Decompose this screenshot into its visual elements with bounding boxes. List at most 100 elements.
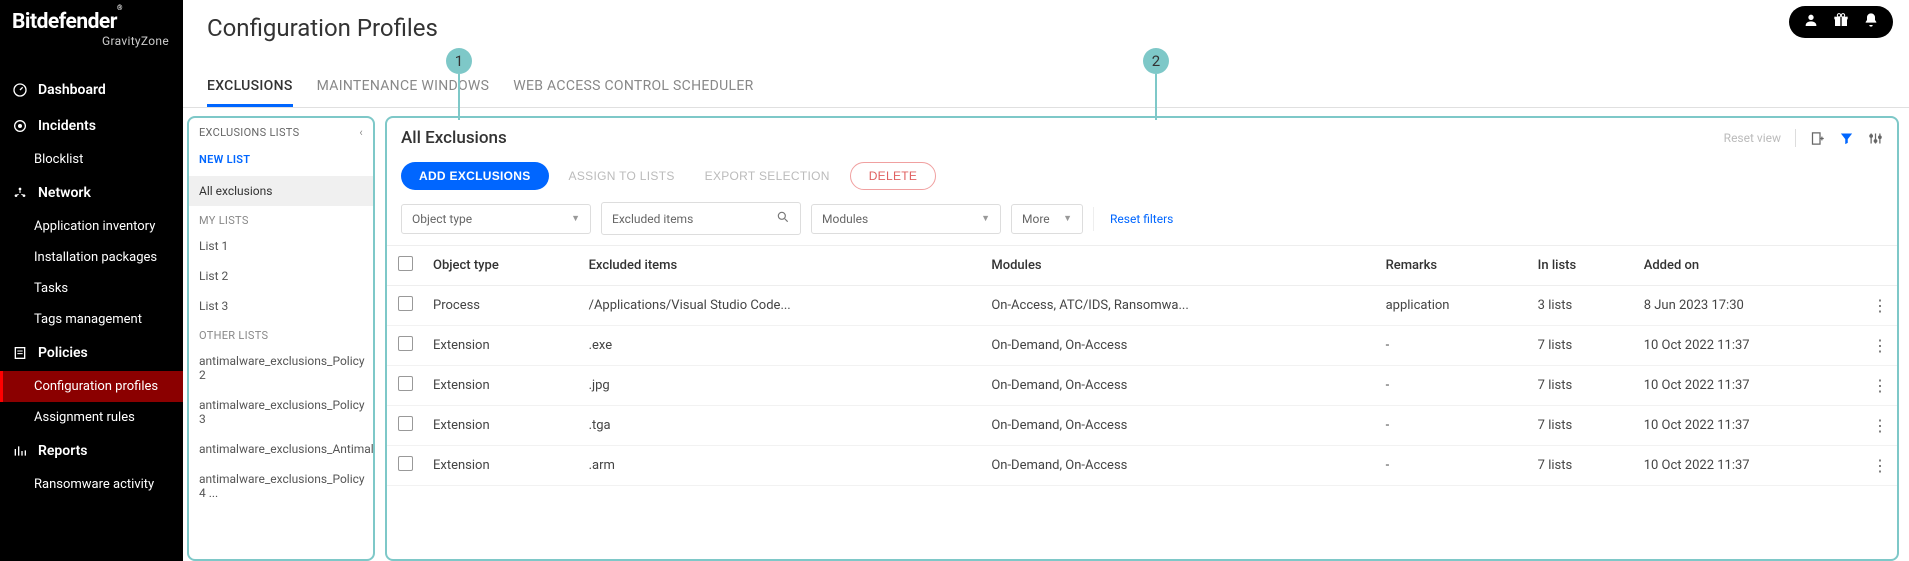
tabs: EXCLUSIONS MAINTENANCE WINDOWS WEB ACCESS … <box>183 48 1909 108</box>
cell-remarks: - <box>1376 446 1528 486</box>
tab-maintenance-windows[interactable]: MAINTENANCE WINDOWS <box>317 78 490 107</box>
cell-in-lists: 7 lists <box>1528 366 1634 406</box>
filter-object-type[interactable]: Object type ▼ <box>401 204 591 234</box>
filter-more[interactable]: More ▼ <box>1011 204 1083 234</box>
sidebar-sub-blocklist[interactable]: Blocklist <box>0 144 183 175</box>
filter-excluded-items[interactable]: Excluded items <box>601 202 801 235</box>
list-item[interactable]: antimalware_exclusions_Antimal... <box>189 434 373 464</box>
sidebar-item-reports[interactable]: Reports <box>0 433 183 469</box>
incidents-icon <box>12 118 28 134</box>
filter-more-label: More <box>1022 212 1050 226</box>
list-item[interactable]: antimalware_exclusions_Policy 3 <box>189 390 373 434</box>
exclusions-panel: EXCLUSIONS LISTS ‹ NEW LIST All exclusio… <box>187 116 375 561</box>
list-item[interactable]: List 2 <box>189 261 373 291</box>
row-menu-icon[interactable]: ⋮ <box>1872 296 1887 315</box>
filter-icon[interactable] <box>1839 131 1854 146</box>
cell-excluded-items: .tga <box>579 406 982 446</box>
collapse-icon[interactable]: ‹ <box>359 126 363 139</box>
cell-remarks: - <box>1376 406 1528 446</box>
gift-icon[interactable] <box>1833 12 1849 32</box>
cell-object-type: Extension <box>423 366 579 406</box>
cell-added-on: 8 Jun 2023 17:30 <box>1634 286 1862 326</box>
list-item[interactable]: antimalware_exclusions_Policy 4 ... <box>189 464 373 508</box>
column-header[interactable]: In lists <box>1528 246 1634 286</box>
table-row[interactable]: Process/Applications/Visual Studio Code.… <box>387 286 1897 326</box>
cell-object-type: Extension <box>423 326 579 366</box>
nav: DashboardIncidentsBlocklist Network Applic… <box>0 54 183 500</box>
cell-excluded-items: /Applications/Visual Studio Code... <box>579 286 982 326</box>
reset-filters-button[interactable]: Reset filters <box>1110 212 1173 226</box>
row-menu-icon[interactable]: ⋮ <box>1872 336 1887 355</box>
row-checkbox[interactable] <box>398 336 413 351</box>
search-icon <box>776 210 790 227</box>
filter-object-type-label: Object type <box>412 212 472 226</box>
table-row[interactable]: Extension.exeOn-Demand, On-Access-7 list… <box>387 326 1897 366</box>
tab-exclusions[interactable]: EXCLUSIONS <box>207 78 293 107</box>
tab-web-access-control-scheduler[interactable]: WEB ACCESS CONTROL SCHEDULER <box>513 78 753 107</box>
sidebar-item-label: Policies <box>38 345 88 361</box>
column-header[interactable]: Object type <box>423 246 579 286</box>
sidebar-sub-application-inventory[interactable]: Application inventory <box>0 211 183 242</box>
list-item[interactable]: List 3 <box>189 291 373 321</box>
add-exclusions-button[interactable]: ADD EXCLUSIONS <box>401 162 549 190</box>
delete-button[interactable]: DELETE <box>850 162 936 190</box>
callout-line-2 <box>1155 74 1157 120</box>
column-header[interactable]: Added on <box>1634 246 1862 286</box>
new-list-button[interactable]: NEW LIST <box>189 147 373 176</box>
table-row[interactable]: Extension.jpgOn-Demand, On-Access-7 list… <box>387 366 1897 406</box>
exclusions-header: EXCLUSIONS LISTS <box>199 126 299 139</box>
reset-view-button[interactable]: Reset view <box>1724 131 1781 145</box>
sidebar-sub-configuration-profiles[interactable]: Configuration profiles <box>0 371 183 402</box>
sidebar-item-dashboard[interactable]: Dashboard <box>0 72 183 108</box>
list-item[interactable]: List 1 <box>189 231 373 261</box>
column-header[interactable]: Excluded items <box>579 246 982 286</box>
sidebar-sub-assignment-rules[interactable]: Assignment rules <box>0 402 183 433</box>
sidebar-item-incidents[interactable]: Incidents <box>0 108 183 144</box>
add-column-icon[interactable] <box>1810 131 1825 146</box>
cell-modules: On-Demand, On-Access <box>981 406 1375 446</box>
column-header[interactable]: Remarks <box>1376 246 1528 286</box>
cell-object-type: Extension <box>423 406 579 446</box>
exclusions-table: Object typeExcluded itemsModulesRemarksI… <box>387 245 1897 486</box>
callout-2: 2 <box>1143 48 1169 74</box>
top-actions <box>1789 6 1893 38</box>
section-other-lists: OTHER LISTS <box>189 321 373 346</box>
panel-title: All Exclusions <box>401 128 507 148</box>
export-selection-button: EXPORT SELECTION <box>695 162 840 190</box>
row-checkbox[interactable] <box>398 416 413 431</box>
cell-added-on: 10 Oct 2022 11:37 <box>1634 446 1862 486</box>
list-item[interactable]: antimalware_exclusions_Policy 2 <box>189 346 373 390</box>
row-menu-icon[interactable]: ⋮ <box>1872 456 1887 475</box>
exclusions-all[interactable]: All exclusions <box>189 176 373 206</box>
dashboard-icon <box>12 82 28 98</box>
user-icon[interactable] <box>1803 12 1819 32</box>
cell-excluded-items: .jpg <box>579 366 982 406</box>
cell-modules: On-Access, ATC/IDS, Ransomwa... <box>981 286 1375 326</box>
cell-remarks: - <box>1376 366 1528 406</box>
table-row[interactable]: Extension.tgaOn-Demand, On-Access-7 list… <box>387 406 1897 446</box>
row-menu-icon[interactable]: ⋮ <box>1872 416 1887 435</box>
sidebar-item-policies[interactable]: Policies <box>0 335 183 371</box>
sidebar-sub-ransomware-activity[interactable]: Ransomware activity <box>0 469 183 500</box>
sidebar-sub-installation-packages[interactable]: Installation packages <box>0 242 183 273</box>
sidebar-item-network[interactable]: Network <box>0 175 183 211</box>
cell-modules: On-Demand, On-Access <box>981 366 1375 406</box>
table-row[interactable]: Extension.armOn-Demand, On-Access-7 list… <box>387 446 1897 486</box>
settings-icon[interactable] <box>1868 131 1883 146</box>
row-checkbox[interactable] <box>398 456 413 471</box>
caret-down-icon: ▼ <box>571 213 580 224</box>
assign-to-lists-button: ASSIGN TO LISTS <box>559 162 685 190</box>
row-checkbox[interactable] <box>398 376 413 391</box>
brand-suffix: GravityZone <box>12 34 171 48</box>
sidebar-sub-tags-management[interactable]: Tags management <box>0 304 183 335</box>
sidebar-sub-tasks[interactable]: Tasks <box>0 273 183 304</box>
row-menu-icon[interactable]: ⋮ <box>1872 376 1887 395</box>
cell-object-type: Extension <box>423 446 579 486</box>
main: Configuration Profiles 1 2 EXCLUSIONSMAI… <box>183 0 1909 561</box>
bell-icon[interactable] <box>1863 12 1879 32</box>
column-header[interactable]: Modules <box>981 246 1375 286</box>
select-all-checkbox[interactable] <box>398 256 413 271</box>
filter-modules[interactable]: Modules ▼ <box>811 204 1001 234</box>
sidebar-item-label: Network <box>38 185 91 201</box>
row-checkbox[interactable] <box>398 296 413 311</box>
